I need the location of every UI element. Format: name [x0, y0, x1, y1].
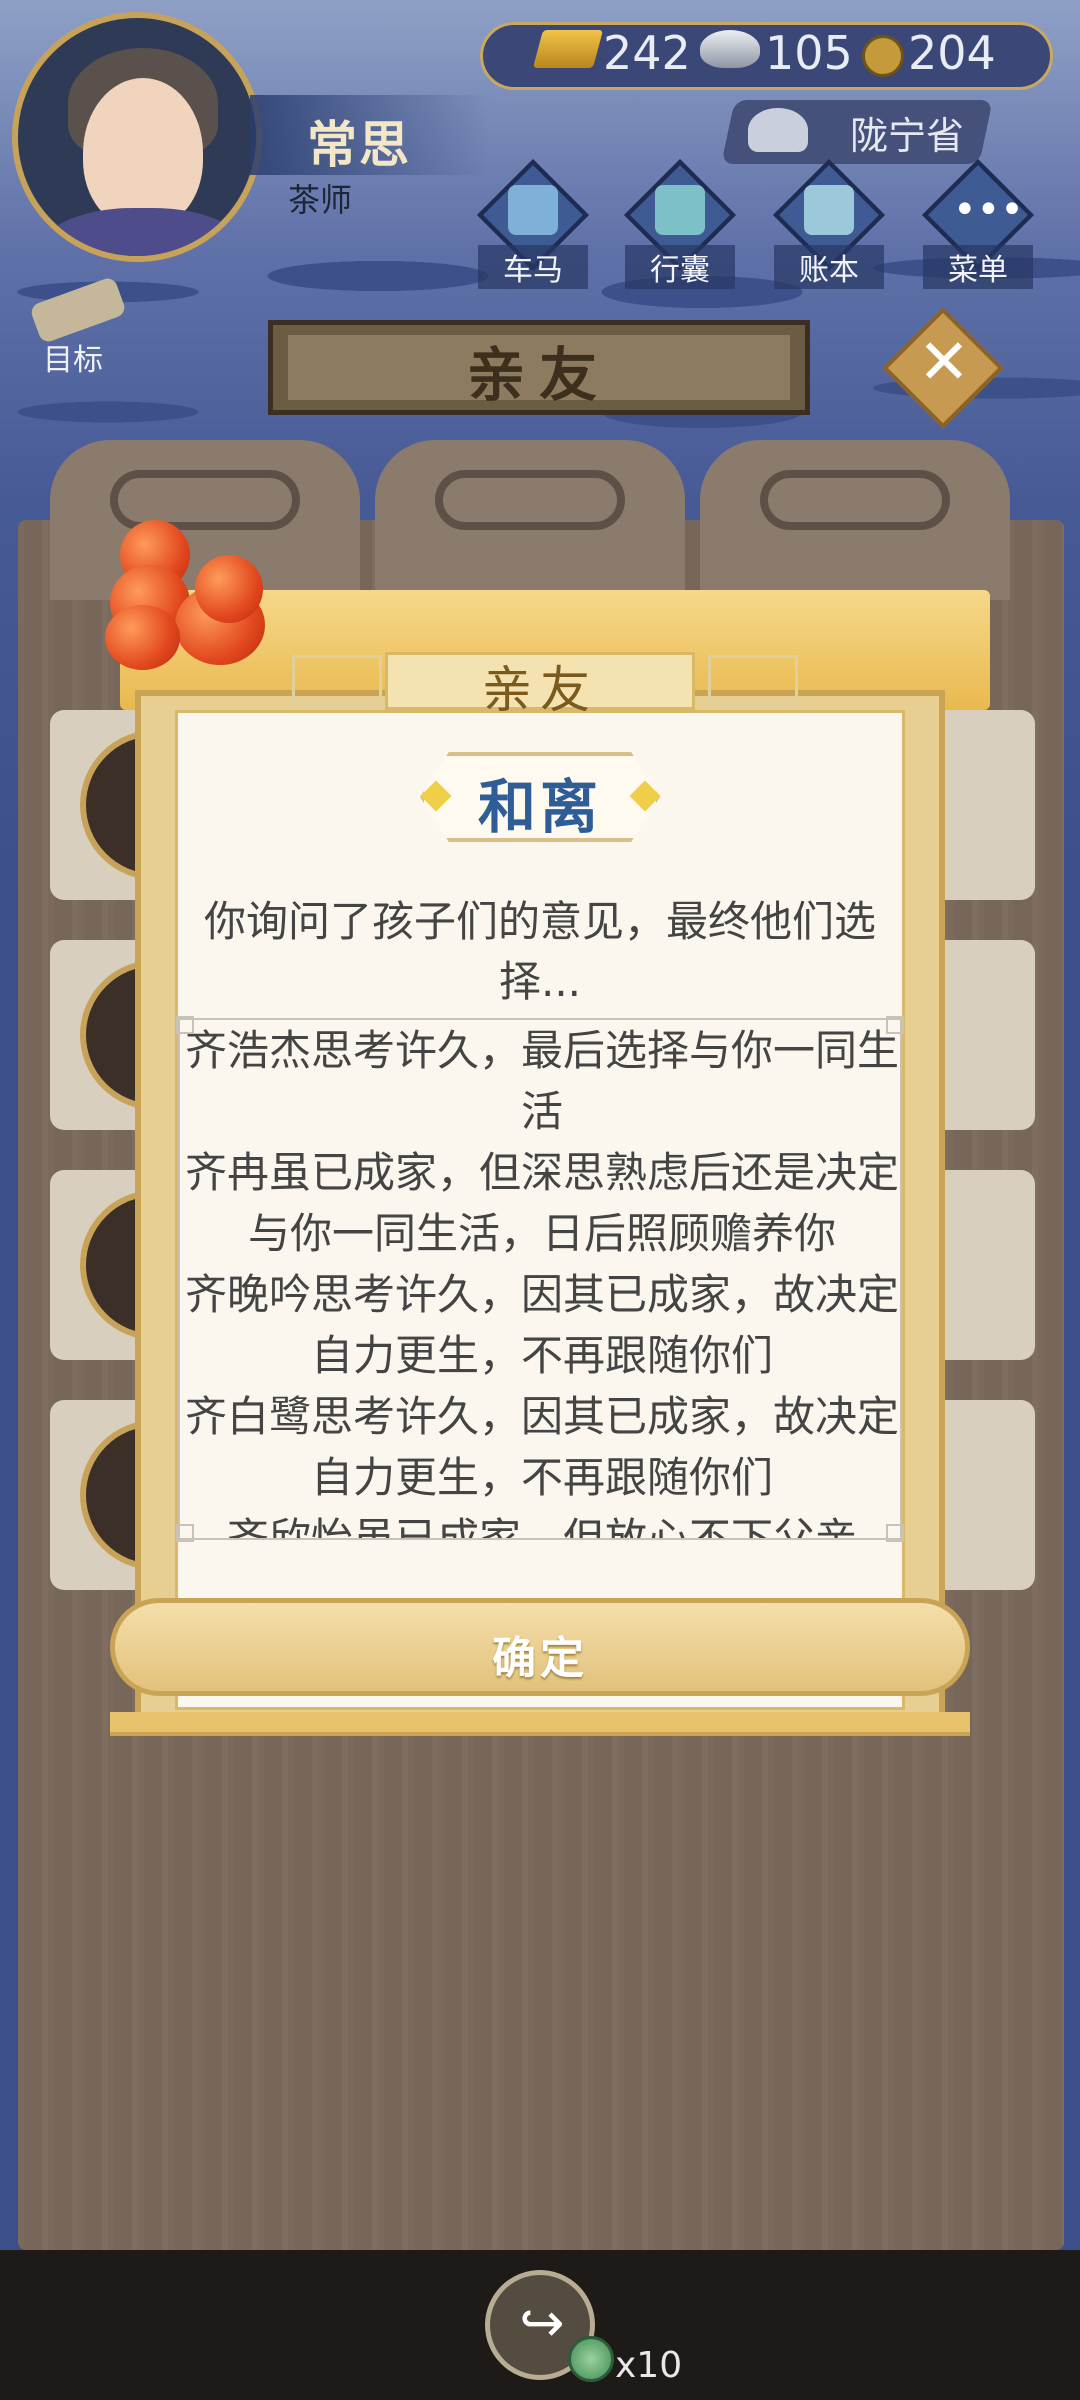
tab-crest: [700, 440, 1010, 600]
carriage-icon: [508, 185, 558, 235]
nav-label: 菜单: [923, 245, 1033, 289]
result-line: 齐欣怡虽已成家，但放心不下父亲: [226, 1514, 857, 1540]
nav-bag-button[interactable]: 行囊: [623, 158, 737, 289]
result-line: 齐白鹭思考许久，因其已成家，故决定自力更生，不再跟随你们: [184, 1392, 899, 1502]
nav-menu-button[interactable]: ••• 菜单: [921, 158, 1035, 289]
nav-ledger-button[interactable]: 账本: [772, 158, 886, 289]
result-line: 齐浩杰思考许久，最后选择与你一同生活: [184, 1026, 899, 1136]
jade-icon: [568, 2336, 614, 2382]
result-line: 齐晚吟思考许久，因其已成家，故决定自力更生，不再跟随你们: [184, 1270, 899, 1380]
dialog-intro: 你询问了孩子们的意见，最终他们选择...: [203, 897, 876, 1006]
goal-button[interactable]: 目标: [18, 275, 128, 378]
scroll-icon: [28, 275, 128, 345]
gold-ingot-icon: [532, 30, 604, 68]
result-line: 齐冉虽已成家，但深思熟虑后还是决定与你一同生活，日后照顾赡养你: [184, 1148, 899, 1258]
silver-ingot-icon: [700, 30, 760, 68]
silver-count: 105: [765, 26, 853, 80]
menu-icon: •••: [953, 187, 1024, 233]
nav-label: 车马: [478, 245, 588, 289]
dialog-header: 亲友: [482, 661, 598, 719]
nav-carriage-button[interactable]: 车马: [476, 158, 590, 289]
confirm-label: 确定: [492, 1633, 588, 1684]
share-count: x10: [615, 2345, 683, 2386]
close-icon: ✕: [918, 325, 970, 398]
ledger-icon: [804, 185, 854, 235]
candied-haw-icon: [105, 605, 180, 670]
screen-title: 亲友: [466, 341, 611, 409]
goal-label: 目标: [43, 343, 103, 378]
copper-coin-icon: [862, 35, 904, 77]
player-title: 茶师: [288, 181, 353, 219]
player-name: 常思: [307, 116, 411, 174]
player-avatar[interactable]: [12, 12, 262, 262]
share-icon: ↪: [519, 2291, 565, 2354]
dialog-subtitle: 和离: [477, 773, 602, 841]
region-label: 陇宁省: [850, 114, 965, 158]
candied-haw-icon: [195, 555, 263, 623]
coin-count: 204: [908, 26, 996, 80]
dialog-bottom-rod: [110, 1712, 970, 1736]
map-icon: [748, 108, 808, 152]
nav-label: 账本: [774, 245, 884, 289]
results-list: 齐浩杰思考许久，最后选择与你一同生活 齐冉虽已成家，但深思熟虑后还是决定与你一同…: [180, 1020, 900, 1540]
nav-label: 行囊: [625, 245, 735, 289]
bag-icon: [655, 185, 705, 235]
gold-count: 242: [603, 26, 691, 80]
tab-crest: [375, 440, 685, 600]
results-scroll-area[interactable]: 齐浩杰思考许久，最后选择与你一同生活 齐冉虽已成家，但深思熟虑后还是决定与你一同…: [178, 1018, 902, 1540]
